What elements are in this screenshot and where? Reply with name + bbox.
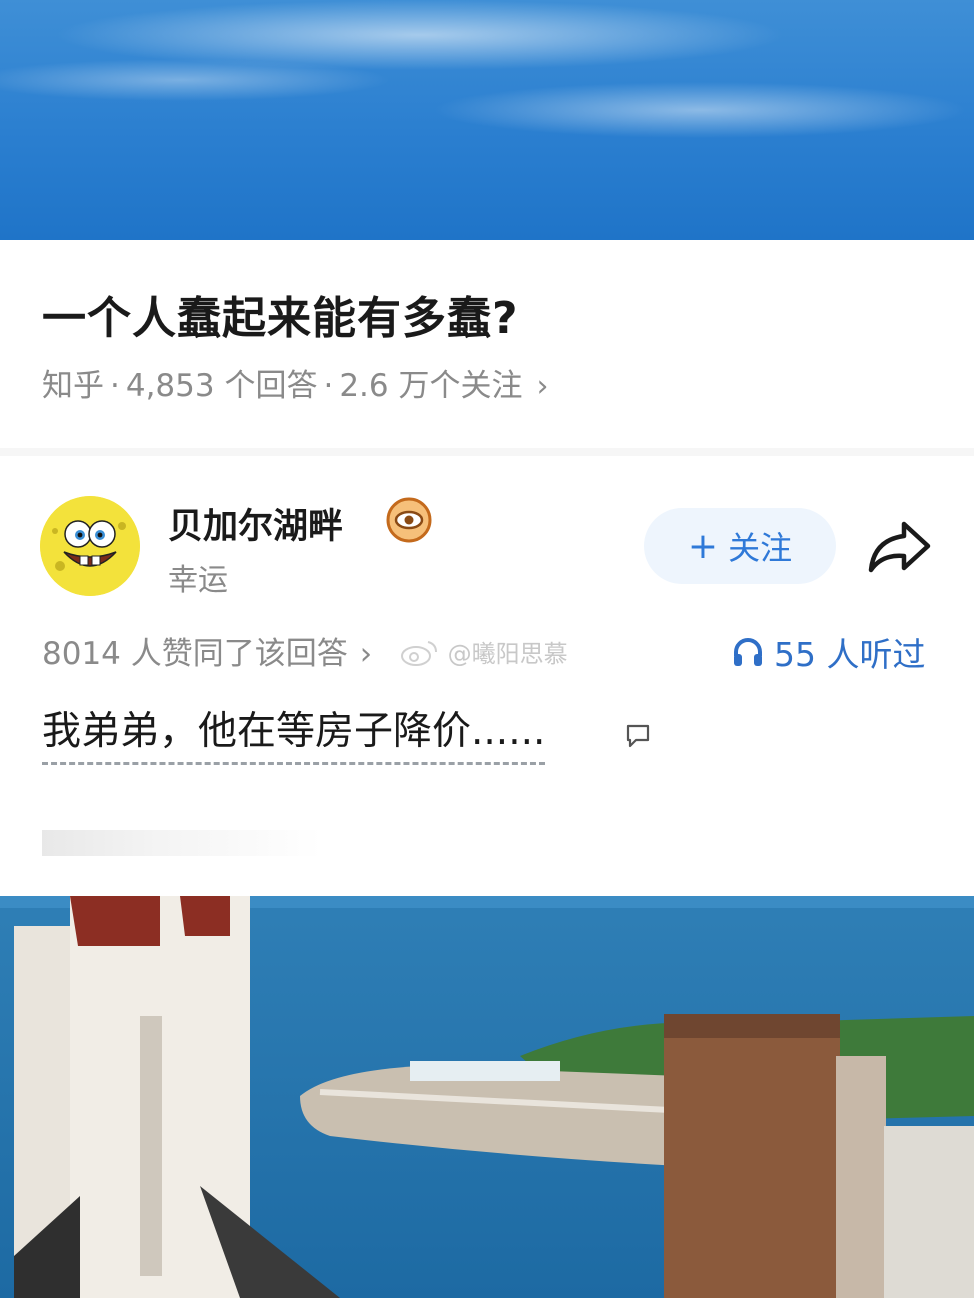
chevron-right-icon: › bbox=[536, 369, 549, 404]
meta-separator: · bbox=[110, 368, 120, 404]
agree-count[interactable]: 8014 人赞同了该回答 › bbox=[42, 628, 372, 673]
chevron-right-icon: › bbox=[359, 636, 373, 672]
harbor-photo-image bbox=[0, 896, 974, 1298]
listen-text: 55 人听过 bbox=[774, 635, 926, 674]
plus-icon: + bbox=[687, 525, 719, 567]
headphones-icon bbox=[734, 638, 762, 666]
question-title[interactable]: 一个人蠢起来能有多蠢? bbox=[42, 282, 519, 346]
follow-label: 关注 bbox=[728, 529, 793, 567]
section-divider bbox=[0, 448, 974, 456]
source-label: 知乎 bbox=[42, 368, 104, 404]
answer-count: 4,853 个回答 bbox=[125, 368, 318, 404]
header-sky-image bbox=[0, 0, 974, 240]
answer-text[interactable]: 我弟弟，他在等房子降价...... bbox=[42, 700, 546, 765]
watermark-text: @曦阳思慕 bbox=[447, 640, 568, 668]
listen-count[interactable]: 55 人听过 bbox=[732, 628, 925, 676]
avatar[interactable] bbox=[40, 496, 140, 596]
follow-button[interactable]: + 关注 bbox=[644, 508, 836, 584]
question-meta[interactable]: 知乎 · 4,853 个回答 · 2.6 万个关注 › bbox=[42, 360, 548, 405]
weibo-icon bbox=[401, 641, 437, 666]
eye-badge-icon bbox=[386, 497, 432, 543]
weibo-watermark: @曦阳思慕 bbox=[400, 634, 568, 669]
comment-icon[interactable] bbox=[624, 722, 652, 750]
truncated-line bbox=[42, 830, 322, 856]
meta-separator: · bbox=[323, 368, 334, 404]
agree-text: 8014 人赞同了该回答 bbox=[42, 636, 348, 672]
spongebob-avatar-icon bbox=[40, 496, 140, 596]
follower-count: 2.6 万个关注 bbox=[339, 368, 523, 404]
author-subtitle: 幸运 bbox=[168, 563, 228, 598]
author-name[interactable]: 贝加尔湖畔 bbox=[168, 498, 343, 549]
share-arrow-icon[interactable] bbox=[866, 518, 932, 576]
